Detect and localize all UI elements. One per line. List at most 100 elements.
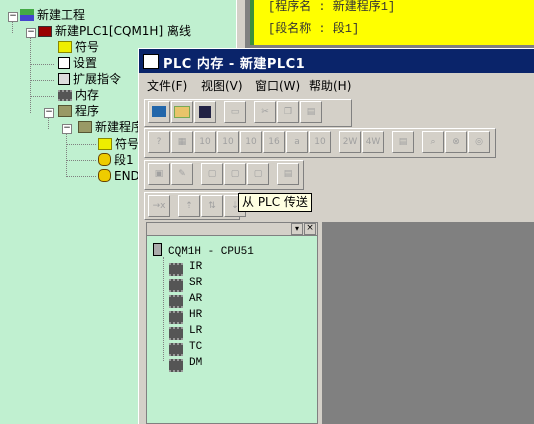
- unknown-format-button[interactable]: ?: [148, 131, 170, 153]
- tree-node-end-section[interactable]: END: [98, 168, 140, 184]
- monitor-button[interactable]: ▣: [148, 163, 170, 185]
- address-icon: ▤: [283, 169, 293, 179]
- connect-icon: [152, 106, 166, 117]
- lr-icon: [169, 327, 183, 340]
- tree-node-project[interactable]: 新建工程: [20, 7, 85, 23]
- window-icon: [143, 54, 159, 69]
- signed-decimal-button[interactable]: 10: [217, 131, 239, 153]
- binary-format-button[interactable]: ▦: [171, 131, 193, 153]
- local-symbols-icon: [98, 138, 112, 150]
- compare-with-plc-button[interactable]: ⇅: [201, 195, 223, 217]
- expansion-icon: [58, 73, 70, 85]
- copy-button[interactable]: ❐: [277, 101, 299, 123]
- tree-node-symbols[interactable]: 符号: [58, 39, 99, 55]
- tc-icon: [169, 343, 183, 356]
- end-section-icon: [98, 169, 111, 182]
- tree-node-new-program[interactable]: 新建程序: [78, 119, 143, 135]
- find-next-button[interactable]: ◎: [468, 131, 490, 153]
- memory-area-hr[interactable]: HR: [189, 307, 202, 323]
- ascii-format-button[interactable]: a: [286, 131, 308, 153]
- collapse-program-toggle[interactable]: −: [62, 124, 72, 134]
- hex-format-button[interactable]: 16: [263, 131, 285, 153]
- program-icon: [78, 121, 92, 133]
- collapse-root-toggle[interactable]: −: [8, 12, 18, 22]
- word-2-button[interactable]: 2W: [339, 131, 361, 153]
- paste-icon: ▤: [306, 107, 316, 117]
- pane-header: ▾ ×: [147, 223, 317, 236]
- binary-icon: ▦: [177, 137, 187, 147]
- settings-icon: [58, 57, 70, 69]
- paste-button[interactable]: ▤: [300, 101, 322, 123]
- find-button[interactable]: ⌕: [422, 131, 444, 153]
- window-title: PLC 内存 - 新建PLC1: [163, 57, 306, 72]
- tree-node-programs[interactable]: 程序: [58, 103, 99, 119]
- section-icon: [98, 153, 111, 166]
- menu-file[interactable]: 文件(F): [147, 77, 187, 94]
- clear-icon: ▢: [230, 169, 240, 179]
- sr-icon: [169, 279, 183, 292]
- transfer-to-plc-button[interactable]: ⇡: [178, 195, 200, 217]
- monitor-icon: ▣: [154, 169, 164, 179]
- transfer-to-plc-icon: ⇡: [185, 201, 193, 211]
- project-icon: [20, 9, 34, 21]
- cut-button[interactable]: ✂: [254, 101, 276, 123]
- connect-button[interactable]: [148, 101, 170, 123]
- memory-area-tree: ▾ × CQM1H - CPU51 IR SR AR HR LR TC DM: [146, 222, 318, 424]
- tree-node-settings[interactable]: 设置: [58, 55, 97, 71]
- list-icon: ▤: [398, 137, 408, 147]
- collapse-plc-toggle[interactable]: −: [26, 28, 36, 38]
- bcd-format-button[interactable]: 10: [240, 131, 262, 153]
- menu-bar: 文件(F) 视图(V) 窗口(W) 帮助(H): [139, 74, 534, 96]
- fill-button[interactable]: ▢: [247, 163, 269, 185]
- float-format-button[interactable]: 10: [309, 131, 331, 153]
- memory-area-lr[interactable]: LR: [189, 323, 202, 339]
- find-replace-button[interactable]: ⊗: [445, 131, 467, 153]
- tree-node-program-symbols[interactable]: 符号: [98, 136, 139, 152]
- menu-window[interactable]: 窗口(W): [255, 77, 300, 94]
- symbols-icon: [58, 41, 72, 53]
- folder-open-icon: [174, 106, 190, 118]
- magnifier-icon: ◎: [475, 137, 483, 147]
- address-button[interactable]: ▤: [277, 163, 299, 185]
- tree-node-memory[interactable]: 内存: [58, 87, 99, 103]
- plc-icon: [38, 26, 52, 37]
- tooltip: 从 PLC 传送: [238, 193, 312, 212]
- collapse-programs-toggle[interactable]: −: [44, 108, 54, 118]
- close-icon[interactable]: ×: [304, 223, 316, 235]
- memory-icon: [58, 90, 72, 101]
- fill-icon: ▢: [253, 169, 263, 179]
- floppy-icon: [199, 106, 211, 118]
- ir-icon: [169, 263, 183, 276]
- tree-node-expansion-instructions[interactable]: 扩展指令: [58, 71, 121, 87]
- memory-area-ar[interactable]: AR: [189, 291, 202, 307]
- compare-button[interactable]: ▢: [201, 163, 223, 185]
- memory-area-sr[interactable]: SR: [189, 275, 202, 291]
- print-button[interactable]: ▭: [224, 101, 246, 123]
- edit-button[interactable]: ✎: [171, 163, 193, 185]
- search-cross-icon: ⊗: [452, 137, 460, 147]
- window-titlebar[interactable]: PLC 内存 - 新建PLC1: [139, 49, 534, 73]
- save-button[interactable]: [194, 101, 216, 123]
- decimal-format-button[interactable]: 10: [194, 131, 216, 153]
- menu-help[interactable]: 帮助(H): [309, 77, 351, 94]
- force-button[interactable]: →x: [148, 195, 170, 217]
- memory-area-dm[interactable]: DM: [189, 355, 202, 371]
- memory-area-tc[interactable]: TC: [189, 339, 202, 355]
- clear-button[interactable]: ▢: [224, 163, 246, 185]
- dm-icon: [169, 359, 183, 372]
- scissors-icon: ✂: [261, 107, 269, 117]
- memory-root[interactable]: CQM1H - CPU51: [153, 243, 254, 258]
- open-button[interactable]: [171, 101, 193, 123]
- tree-node-plc[interactable]: 新建PLC1[CQM1H] 离线: [38, 23, 191, 39]
- pane-dropdown-icon[interactable]: ▾: [291, 223, 303, 235]
- ar-icon: [169, 295, 183, 308]
- menu-view[interactable]: 视图(V): [201, 77, 243, 94]
- display-button[interactable]: ▤: [392, 131, 414, 153]
- memory-area-ir[interactable]: IR: [189, 259, 202, 275]
- programs-icon: [58, 105, 72, 117]
- force-icon: →x: [152, 201, 166, 211]
- print-icon: ▭: [230, 107, 240, 117]
- tree-node-section-1[interactable]: 段1: [98, 152, 134, 168]
- search-icon: ⌕: [430, 137, 436, 147]
- word-4-button[interactable]: 4W: [362, 131, 384, 153]
